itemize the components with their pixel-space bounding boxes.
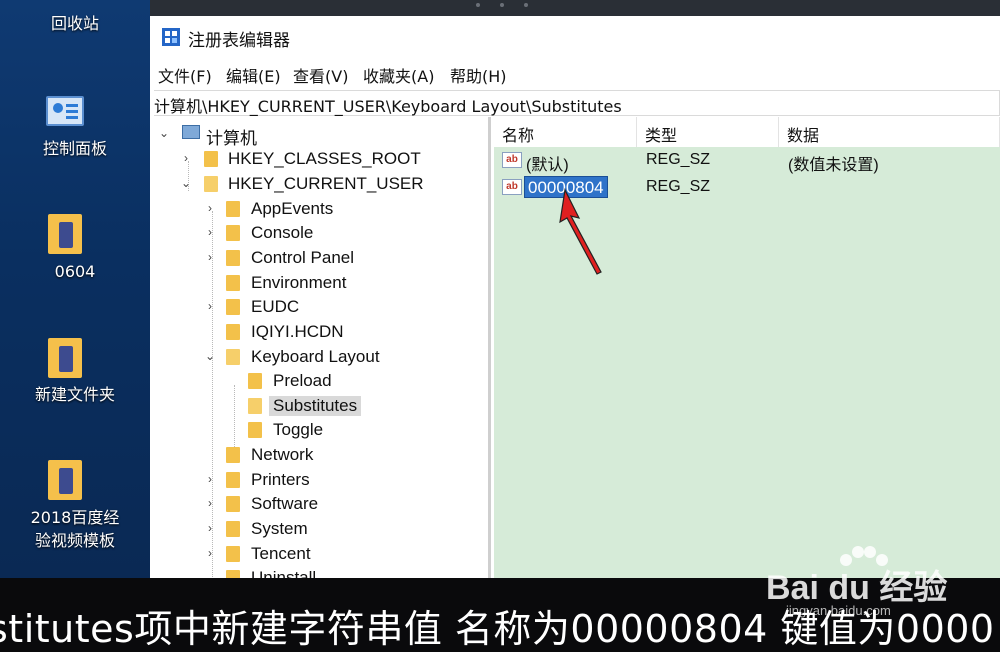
folder-open-icon — [226, 349, 240, 365]
control-panel-icon[interactable] — [46, 96, 84, 126]
menu-edit[interactable]: 编辑(E) — [226, 63, 281, 87]
top-strip — [0, 0, 1000, 16]
folder-icon — [226, 472, 240, 488]
address-path: 计算机\HKEY_CURRENT_USER\Keyboard Layout\Su… — [154, 97, 622, 116]
key-tree[interactable]: ⌄ 计算机 › HKEY_CLASSES_ROOT ⌄ HKEY_CURRENT… — [150, 117, 491, 578]
dot-icon — [524, 3, 528, 7]
chevron-down-icon[interactable]: ⌄ — [180, 177, 192, 189]
folder-icon — [226, 201, 240, 217]
column-header-name[interactable]: 名称 — [494, 117, 637, 147]
folder-icon — [226, 521, 240, 537]
folder-icon — [226, 496, 240, 512]
title-bar[interactable]: 注册表编辑器 — [150, 16, 1000, 56]
folder-icon — [226, 570, 240, 578]
chevron-down-icon[interactable]: ⌄ — [204, 350, 216, 362]
folder-icon — [226, 250, 240, 266]
registry-editor-window: 注册表编辑器 文件(F) 编辑(E) 查看(V) 收藏夹(A) 帮助(H) 计算… — [150, 16, 1000, 578]
watermark-url: jingyan.baidu.com — [786, 603, 891, 618]
chevron-right-icon[interactable]: › — [204, 226, 216, 238]
chevron-right-icon[interactable]: › — [204, 473, 216, 485]
folder-icon — [204, 151, 218, 167]
folder-icon — [248, 422, 262, 438]
desktop-item-0604[interactable]: 0604 — [0, 260, 150, 283]
folder-icon — [248, 373, 262, 389]
chevron-right-icon[interactable]: › — [180, 152, 192, 164]
folder-icon[interactable] — [48, 460, 82, 500]
value-name: (默认) — [526, 157, 569, 174]
folder-icon — [226, 275, 240, 291]
chevron-right-icon[interactable]: › — [204, 497, 216, 509]
folder-icon — [226, 546, 240, 562]
desktop-item-recycle-bin[interactable]: 回收站 — [0, 12, 150, 35]
desktop-item-template-line2[interactable]: 验视频模板 — [0, 529, 150, 552]
desktop-item-template-line1[interactable]: 2018百度经 — [0, 506, 150, 529]
dot-icon — [476, 3, 480, 7]
value-type: REG_SZ — [646, 151, 711, 168]
column-header-data[interactable]: 数据 — [779, 117, 1000, 147]
folder-open-icon — [204, 176, 218, 192]
folder-icon — [226, 299, 240, 315]
folder-icon — [226, 324, 240, 340]
desktop-item-new-folder[interactable]: 新建文件夹 — [0, 383, 150, 406]
value-row[interactable]: ab (默认) REG_SZ (数值未设置) — [494, 148, 1000, 174]
value-type: REG_SZ — [646, 178, 711, 195]
menu-view[interactable]: 查看(V) — [293, 63, 348, 87]
folder-icon[interactable] — [48, 214, 82, 254]
desktop-item-control-panel[interactable]: 控制面板 — [0, 137, 150, 160]
menu-file[interactable]: 文件(F) — [158, 63, 212, 87]
value-data: (数值未设置) — [788, 157, 879, 174]
address-bar[interactable]: 计算机\HKEY_CURRENT_USER\Keyboard Layout\Su… — [154, 90, 1000, 116]
string-value-icon: ab — [502, 179, 522, 195]
computer-icon — [182, 125, 200, 139]
folder-open-icon — [248, 398, 262, 414]
folder-icon[interactable] — [48, 338, 82, 378]
desktop: 回收站 控制面板 0604 新建文件夹 2018百度经 验视频模板 — [0, 0, 150, 578]
values-list[interactable]: 名称 类型 数据 ab (默认) REG_SZ (数值未设置) ab 00000… — [494, 117, 1000, 578]
dot-icon — [500, 3, 504, 7]
chevron-down-icon[interactable]: ⌄ — [158, 127, 170, 139]
chevron-right-icon[interactable]: › — [204, 547, 216, 559]
menu-bar: 文件(F) 编辑(E) 查看(V) 收藏夹(A) 帮助(H) — [150, 60, 1000, 88]
watermark-brand: Bai du 经验 — [766, 569, 948, 607]
regedit-icon — [162, 28, 180, 46]
chevron-right-icon[interactable]: › — [204, 300, 216, 312]
menu-favorites[interactable]: 收藏夹(A) — [363, 63, 434, 87]
column-header-type[interactable]: 类型 — [637, 117, 779, 147]
chevron-right-icon[interactable]: › — [204, 251, 216, 263]
folder-icon — [226, 225, 240, 241]
annotation-arrow-icon — [559, 188, 602, 275]
folder-icon — [226, 447, 240, 463]
baidu-jingyan-watermark: Bai du 经验 jingyan.baidu.com — [766, 546, 948, 618]
window-title: 注册表编辑器 — [188, 31, 290, 51]
chevron-right-icon[interactable]: › — [204, 522, 216, 534]
chevron-right-icon[interactable]: › — [204, 202, 216, 214]
string-value-icon: ab — [502, 152, 522, 168]
menu-help[interactable]: 帮助(H) — [450, 63, 507, 87]
